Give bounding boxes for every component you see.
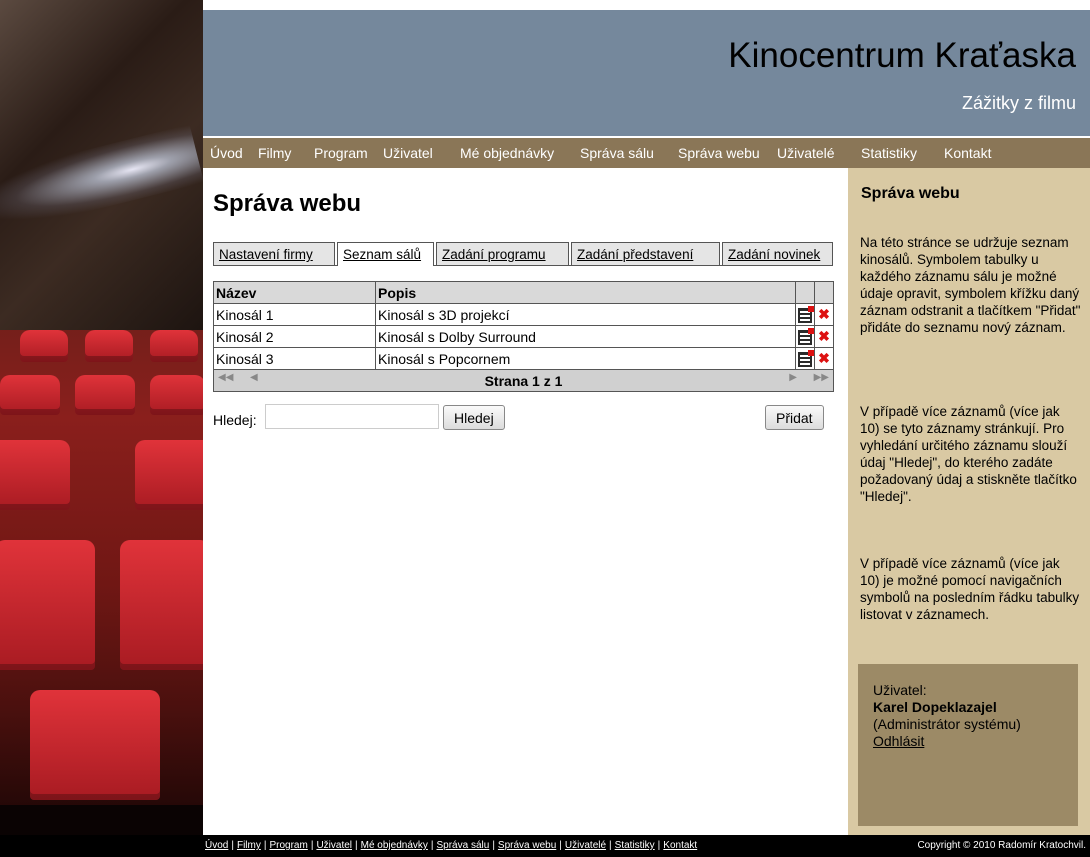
site-title: Kinocentrum Kraťaska bbox=[728, 36, 1076, 75]
nav-item-uzivatel[interactable]: Uživatel bbox=[383, 145, 433, 161]
help-paragraph: V případě více záznamů (více jak 10) je … bbox=[860, 556, 1080, 622]
footer: Úvod | Filmy | Program | Uživatel | Mé objednávk… bbox=[203, 835, 1090, 857]
nav-item-filmy[interactable]: Filmy bbox=[258, 145, 291, 161]
add-button[interactable]: Přidat bbox=[765, 405, 824, 430]
cinema-photo bbox=[0, 0, 203, 835]
nav-item-program[interactable]: Program bbox=[314, 145, 368, 161]
top-strip bbox=[203, 0, 1090, 10]
user-label: Uživatel: bbox=[873, 682, 927, 698]
search-input[interactable] bbox=[265, 404, 439, 429]
next-page-icon[interactable]: ▶ bbox=[789, 372, 797, 383]
cell-popis: Kinosál s 3D projekcí bbox=[375, 303, 796, 326]
nav-item-me-objednavky[interactable]: Mé objednávky bbox=[460, 145, 554, 161]
table-header-row: Název Popis bbox=[213, 281, 834, 304]
nav-item-sprava-salu[interactable]: Správa sálu bbox=[580, 145, 654, 161]
search-button[interactable]: Hledej bbox=[443, 405, 505, 430]
footer-link-sprava-webu[interactable]: Správa webu bbox=[498, 840, 556, 851]
seat bbox=[85, 330, 133, 362]
search-label: Hledej: bbox=[213, 412, 257, 428]
logout-link[interactable]: Odhlásit bbox=[873, 733, 924, 749]
footer-link-sprava-salu[interactable]: Správa sálu bbox=[437, 840, 490, 851]
footer-link-uzivatel[interactable]: Uživatel bbox=[316, 840, 352, 851]
footer-link-statistiky[interactable]: Statistiky bbox=[615, 840, 655, 851]
footer-links: Úvod | Filmy | Program | Uživatel | Mé objednávk… bbox=[205, 840, 698, 851]
copyright: Copyright © 2010 Radomír Kratochvil. bbox=[917, 840, 1086, 851]
column-header-edit bbox=[795, 281, 815, 304]
main-nav: Úvod Filmy Program Uživatel Mé objednávk… bbox=[203, 138, 1090, 168]
seat bbox=[0, 375, 60, 415]
delete-cell: ✖ bbox=[814, 303, 834, 326]
seat bbox=[0, 440, 70, 510]
sidebar-title: Správa webu bbox=[861, 185, 960, 202]
seat bbox=[20, 330, 68, 362]
seat bbox=[120, 540, 203, 670]
last-page-icon[interactable]: ▶▶ bbox=[814, 372, 829, 383]
edit-table-icon[interactable] bbox=[798, 305, 814, 323]
edit-cell bbox=[795, 303, 815, 326]
user-name: Karel Dopeklazajel bbox=[873, 699, 997, 715]
tab-divider bbox=[213, 265, 833, 266]
prev-page-icon[interactable]: ◀ bbox=[250, 372, 258, 383]
tab-zadani-programu[interactable]: Zadání programu bbox=[436, 242, 569, 265]
pager-cell: ◀◀ ◀ Strana 1 z 1 ▶ ▶▶ bbox=[213, 369, 834, 392]
edit-table-icon[interactable] bbox=[798, 327, 814, 345]
table-row: Kinosál 1 Kinosál s 3D projekcí ✖ bbox=[213, 303, 834, 326]
pager-row: ◀◀ ◀ Strana 1 z 1 ▶ ▶▶ bbox=[213, 369, 834, 392]
delete-x-icon[interactable]: ✖ bbox=[818, 328, 830, 344]
seat bbox=[135, 440, 203, 510]
seat bbox=[150, 375, 203, 415]
seat bbox=[0, 540, 95, 670]
footer-link-me-objednavky[interactable]: Mé objednávky bbox=[361, 840, 428, 851]
footer-link-filmy[interactable]: Filmy bbox=[237, 840, 261, 851]
delete-x-icon[interactable]: ✖ bbox=[818, 306, 830, 322]
tab-seznam-salu[interactable]: Seznam sálů bbox=[337, 242, 434, 266]
edit-table-icon[interactable] bbox=[798, 349, 814, 367]
tab-zadani-novinek[interactable]: Zadání novinek bbox=[722, 242, 833, 265]
site-subtitle: Zážitky z filmu bbox=[961, 93, 1076, 113]
cell-popis: Kinosál s Popcornem bbox=[375, 347, 796, 370]
footer-link-program[interactable]: Program bbox=[269, 840, 307, 851]
column-header-nazev: Název bbox=[213, 281, 376, 304]
page-title: Správa webu bbox=[213, 190, 362, 217]
user-role: (Administrátor systému) bbox=[873, 716, 1021, 732]
pager-text: Strana 1 z 1 bbox=[484, 372, 563, 389]
help-paragraph: Na této stránce se udržuje seznam kinosá… bbox=[860, 235, 1081, 335]
column-header-delete bbox=[814, 281, 834, 304]
nav-item-kontakt[interactable]: Kontakt bbox=[944, 145, 991, 161]
nav-item-statistiky[interactable]: Statistiky bbox=[861, 145, 917, 161]
table-row: Kinosál 2 Kinosál s Dolby Surround ✖ bbox=[213, 325, 834, 348]
delete-cell: ✖ bbox=[814, 347, 834, 370]
user-box: Uživatel: Karel Dopeklazajel (Administrá… bbox=[858, 664, 1078, 826]
seat bbox=[75, 375, 135, 415]
cell-nazev: Kinosál 3 bbox=[213, 347, 376, 370]
first-page-icon[interactable]: ◀◀ bbox=[218, 372, 233, 383]
main-content: Správa webu Nastavení firmy Seznam sálů … bbox=[203, 168, 848, 835]
nav-item-uzivatele[interactable]: Uživatelé bbox=[777, 145, 835, 161]
edit-cell bbox=[795, 325, 815, 348]
floor bbox=[0, 805, 203, 835]
table-row: Kinosál 3 Kinosál s Popcornem ✖ bbox=[213, 347, 834, 370]
delete-cell: ✖ bbox=[814, 325, 834, 348]
help-paragraph: V případě více záznamů (více jak 10) se … bbox=[860, 404, 1077, 504]
edit-cell bbox=[795, 347, 815, 370]
help-sidebar: Správa webu Na této stránce se udržuje s… bbox=[848, 168, 1090, 835]
cell-nazev: Kinosál 2 bbox=[213, 325, 376, 348]
tab-zadani-predstaveni[interactable]: Zadání představení bbox=[571, 242, 720, 265]
footer-link-uzivatele[interactable]: Uživatelé bbox=[565, 840, 606, 851]
seat bbox=[30, 690, 160, 800]
tab-nastaveni-firmy[interactable]: Nastavení firmy bbox=[213, 242, 335, 265]
nav-item-uvod[interactable]: Úvod bbox=[210, 145, 243, 161]
cell-popis: Kinosál s Dolby Surround bbox=[375, 325, 796, 348]
delete-x-icon[interactable]: ✖ bbox=[818, 350, 830, 366]
column-header-popis: Popis bbox=[375, 281, 796, 304]
cell-nazev: Kinosál 1 bbox=[213, 303, 376, 326]
halls-table: Název Popis Kinosál 1 Kinosál s 3D proje… bbox=[213, 281, 834, 392]
seat bbox=[150, 330, 198, 362]
footer-link-uvod[interactable]: Úvod bbox=[205, 840, 228, 851]
footer-link-kontakt[interactable]: Kontakt bbox=[663, 840, 697, 851]
site-header: Kinocentrum Kraťaska Zážitky z filmu bbox=[203, 10, 1090, 138]
nav-item-sprava-webu[interactable]: Správa webu bbox=[678, 145, 760, 161]
